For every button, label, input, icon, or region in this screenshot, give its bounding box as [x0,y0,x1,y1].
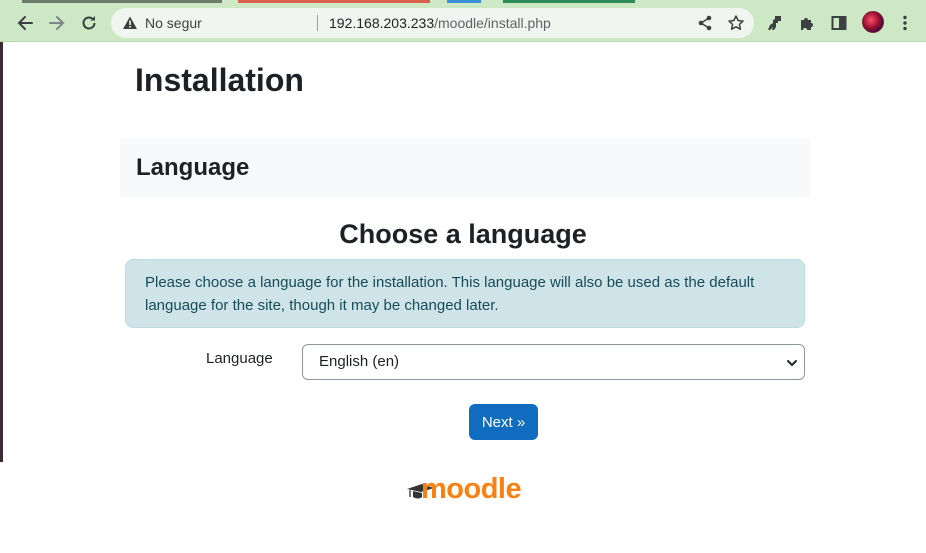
page-title: Installation [135,62,304,98]
info-alert: Please choose a language for the install… [125,259,805,328]
url-path: /moodle/install.php [434,15,551,31]
tab-indicator [238,0,430,3]
warning-icon[interactable] [122,15,138,31]
reload-icon [82,16,96,30]
forward-button[interactable] [42,8,72,38]
forward-arrow-icon [49,16,65,30]
dino-extension-icon [768,16,781,30]
puzzle-icon [801,18,813,30]
section-title: Language [136,154,250,181]
browser-menu-button[interactable] [890,8,920,38]
moodle-logo: moodle [407,473,525,509]
choose-language-heading: Choose a language [339,219,587,249]
back-arrow-icon [17,16,33,30]
extensions-button[interactable] [792,8,822,38]
profile-avatar[interactable] [862,11,884,33]
language-select[interactable]: English (en) [302,344,805,380]
section-header: Language [120,138,810,197]
language-selected-value: English (en) [319,353,400,370]
address-bar[interactable]: No segur 192.168.203.233/moodle/install.… [111,8,754,38]
browser-toolbar: No segur 192.168.203.233/moodle/install.… [0,4,926,42]
back-button[interactable] [10,8,40,38]
share-icon[interactable] [696,14,714,32]
reload-button[interactable] [74,8,104,38]
window-edge [0,42,3,462]
dino-extension-button[interactable] [760,8,790,38]
moodle-logo-text: moodle [421,473,522,505]
kebab-menu-icon [903,15,907,31]
side-panel-icon [831,16,847,30]
url-host: 192.168.203.233 [329,15,435,31]
tab-indicator [503,0,635,3]
chevron-down-icon [787,360,797,367]
tab-indicator [22,0,222,3]
omnibox-separator [317,15,318,31]
next-button[interactable]: Next » [469,404,538,440]
star-icon[interactable] [727,14,745,32]
tab-indicator [447,0,481,3]
url-text[interactable]: 192.168.203.233/moodle/install.php [329,15,551,31]
language-label: Language [206,350,273,367]
security-status-label[interactable]: No segur [145,15,202,31]
side-panel-button[interactable] [824,8,854,38]
